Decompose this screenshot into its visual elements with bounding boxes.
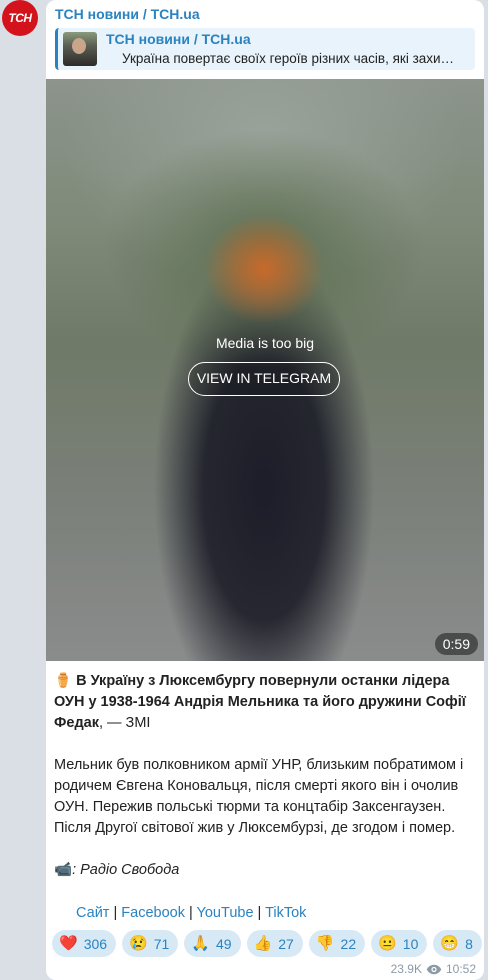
message-time: 10:52	[445, 962, 476, 976]
reply-preview[interactable]: ТСН новини / ТСН.ua Україна повертає сво…	[55, 28, 475, 70]
post-source: 📹: Радіо Свобода	[54, 860, 474, 881]
heart-icon: ❤️	[59, 935, 78, 952]
channel-avatar[interactable]: ТСН	[2, 0, 38, 36]
reaction-crying[interactable]: 😢 71	[122, 930, 179, 957]
video-duration: 0:59	[434, 633, 478, 655]
video-preview[interactable]: Media is too big VIEW IN TELEGRAM 0:59	[46, 79, 484, 661]
link-separator: |	[253, 905, 266, 921]
message-meta: 23.9K 10:52	[391, 962, 476, 976]
reaction-neutral[interactable]: 😐 10	[371, 930, 428, 957]
reaction-count: 27	[278, 935, 294, 952]
reaction-thumbs-down[interactable]: 👎 22	[308, 930, 366, 957]
video-camera-icon: 📹	[54, 862, 73, 878]
media-notice: Media is too big	[215, 335, 315, 351]
link-site[interactable]: Сайт	[76, 905, 109, 921]
praying-hands-icon: 🙏	[191, 935, 210, 952]
headline-rest: , — ЗМІ	[98, 715, 151, 731]
reply-text: Україна повертає своїх героїв різних час…	[122, 51, 455, 66]
reply-thumbnail	[63, 32, 97, 66]
post-paragraph: Мельник був полковником армії УНР, близь…	[54, 757, 464, 836]
reactions-bar: ❤️ 306 😢 71 🙏 49 👍 27 👎 22 😐 10 😁 8	[52, 930, 482, 958]
link-facebook[interactable]: Facebook	[121, 905, 185, 921]
links-row: Сайт | Facebook | YouTube | TikTok	[76, 903, 306, 924]
reaction-count: 71	[153, 935, 170, 952]
reaction-count: 22	[340, 935, 357, 952]
message-bubble: ТСН новини / ТСН.ua ТСН новини / ТСН.ua …	[46, 0, 484, 980]
reaction-count: 49	[216, 935, 232, 952]
reaction-thumbs-up[interactable]: 👍 27	[246, 930, 303, 957]
view-count: 23.9K	[390, 962, 422, 976]
source-text: : Радіо Свобода	[72, 862, 180, 878]
link-separator: |	[184, 905, 197, 921]
link-separator: |	[109, 905, 122, 921]
urn-icon: ⚱️	[54, 673, 73, 689]
link-tiktok[interactable]: TikTok	[265, 905, 306, 921]
crying-face-icon: 😢	[129, 935, 148, 952]
reaction-count: 10	[402, 935, 419, 952]
link-youtube[interactable]: YouTube	[197, 905, 254, 921]
reaction-grin[interactable]: 😁 8	[433, 930, 482, 957]
post-headline: ⚱️ В Україну з Люксембургу повернули ост…	[54, 671, 474, 734]
view-in-telegram-button[interactable]: VIEW IN TELEGRAM	[188, 362, 340, 396]
reaction-pray[interactable]: 🙏 49	[184, 930, 241, 957]
reaction-count: 306	[83, 935, 108, 952]
eye-icon	[426, 964, 442, 974]
reaction-heart[interactable]: ❤️ 306	[52, 930, 117, 957]
thumbs-up-icon: 👍	[253, 935, 273, 952]
reaction-count: 8	[465, 935, 473, 952]
thumbs-down-icon: 👎	[315, 935, 335, 952]
reply-title: ТСН новини / ТСН.ua	[106, 31, 251, 47]
channel-name[interactable]: ТСН новини / ТСН.ua	[55, 6, 200, 22]
neutral-face-icon: 😐	[378, 935, 397, 952]
grinning-face-icon: 😁	[440, 935, 460, 952]
